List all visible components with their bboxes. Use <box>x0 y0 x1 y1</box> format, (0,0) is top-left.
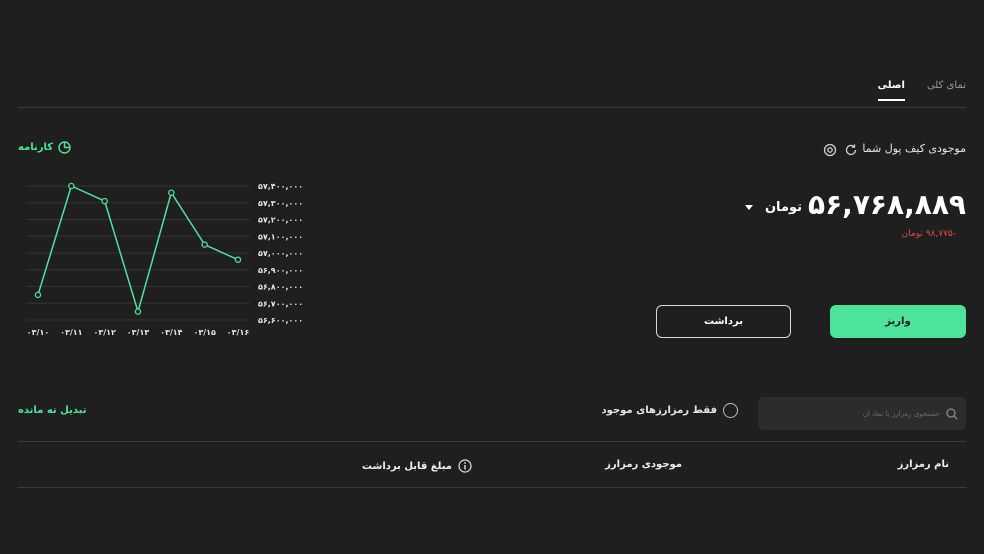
x-tick-label: ۰۳/۱۴ <box>160 328 183 337</box>
y-tick-label: ۵۷,۱۰۰,۰۰۰ <box>258 232 303 241</box>
tab-overview[interactable]: نمای کلی <box>927 80 966 101</box>
wallet-change: -۹۸,۷۷۵ تومان <box>901 229 956 239</box>
currency-label[interactable]: تومان <box>765 200 802 215</box>
header-withdrawable: مبلغ قابل برداشت <box>362 459 472 473</box>
y-tick-label: ۵۶,۶۰۰,۰۰۰ <box>258 316 303 325</box>
table-bottom-divider <box>18 487 966 488</box>
tab-main[interactable]: اصلی <box>877 80 905 101</box>
y-tick-label: ۵۷,۴۰۰,۰۰۰ <box>258 182 303 191</box>
header-coin-name: نام رمزارز <box>897 459 949 470</box>
data-point <box>201 241 208 248</box>
withdraw-button[interactable]: برداشت <box>656 305 791 338</box>
deposit-button[interactable]: واریز <box>830 305 966 338</box>
wallet-balance-label: موجودی کیف پول شما <box>862 142 966 155</box>
report-link[interactable]: کارنامه <box>18 141 71 154</box>
header-coin-balance: موجودی رمزارز <box>605 459 682 470</box>
x-tick-label: ۰۳/۱۵ <box>193 328 216 337</box>
x-tick-label: ۰۳/۱۰ <box>27 328 49 337</box>
search-icon <box>946 407 958 419</box>
x-tick-label: ۰۳/۱۱ <box>60 328 82 337</box>
report-label: کارنامه <box>18 142 54 153</box>
withdrawable-label: مبلغ قابل برداشت <box>361 460 452 472</box>
data-point <box>68 182 75 190</box>
wallet-amount: ۵۶,۷۶۸,۸۸۹ <box>808 188 966 221</box>
tabs-bar: نمای کلی اصلی <box>877 80 966 101</box>
x-tick-label: ۰۳/۱۶ <box>227 328 250 337</box>
data-point <box>34 291 42 299</box>
refresh-icon[interactable] <box>844 143 858 157</box>
x-tick-label: ۰۳/۱۳ <box>127 328 150 337</box>
data-point <box>168 189 175 196</box>
wallet-amount-row: تومان ۵۶,۷۶۸,۸۸۹ <box>744 188 966 221</box>
table-top-divider <box>18 441 966 442</box>
only-owned-label: فقط رمزارزهای موجود <box>601 405 717 416</box>
y-tick-label: ۵۶,۸۰۰,۰۰۰ <box>258 283 303 292</box>
series-line <box>37 184 239 315</box>
y-tick-label: ۵۷,۳۰۰,۰۰۰ <box>258 199 303 208</box>
only-owned-radio[interactable] <box>723 403 738 418</box>
eye-icon[interactable] <box>823 143 837 157</box>
y-tick-label: ۵۶,۹۰۰,۰۰۰ <box>258 266 303 275</box>
data-point <box>101 197 108 205</box>
convert-dust-link[interactable]: تبدیل ته مانده <box>18 405 86 416</box>
y-tick-label: ۵۶,۷۰۰,۰۰۰ <box>258 299 303 308</box>
tabs-divider <box>18 107 966 108</box>
y-tick-label: ۵۷,۰۰۰,۰۰۰ <box>258 249 303 258</box>
search-box[interactable] <box>758 397 966 430</box>
search-input[interactable] <box>758 409 946 418</box>
pie-chart-icon <box>58 141 71 154</box>
only-owned-filter[interactable]: فقط رمزارزهای موجود <box>602 403 738 418</box>
x-tick-label: ۰۳/۱۲ <box>93 328 116 337</box>
balance-line-chart: ۵۷,۴۰۰,۰۰۰ ۵۷,۳۰۰,۰۰۰ ۵۷,۲۰۰,۰۰۰ ۵۷,۱۰۰,۰۰۰… <box>26 182 303 337</box>
data-point <box>134 308 142 315</box>
info-icon[interactable] <box>458 459 472 473</box>
y-tick-label: ۵۷,۲۰۰,۰۰۰ <box>258 216 303 225</box>
data-point <box>234 256 242 263</box>
currency-dropdown-icon[interactable] <box>744 205 753 210</box>
